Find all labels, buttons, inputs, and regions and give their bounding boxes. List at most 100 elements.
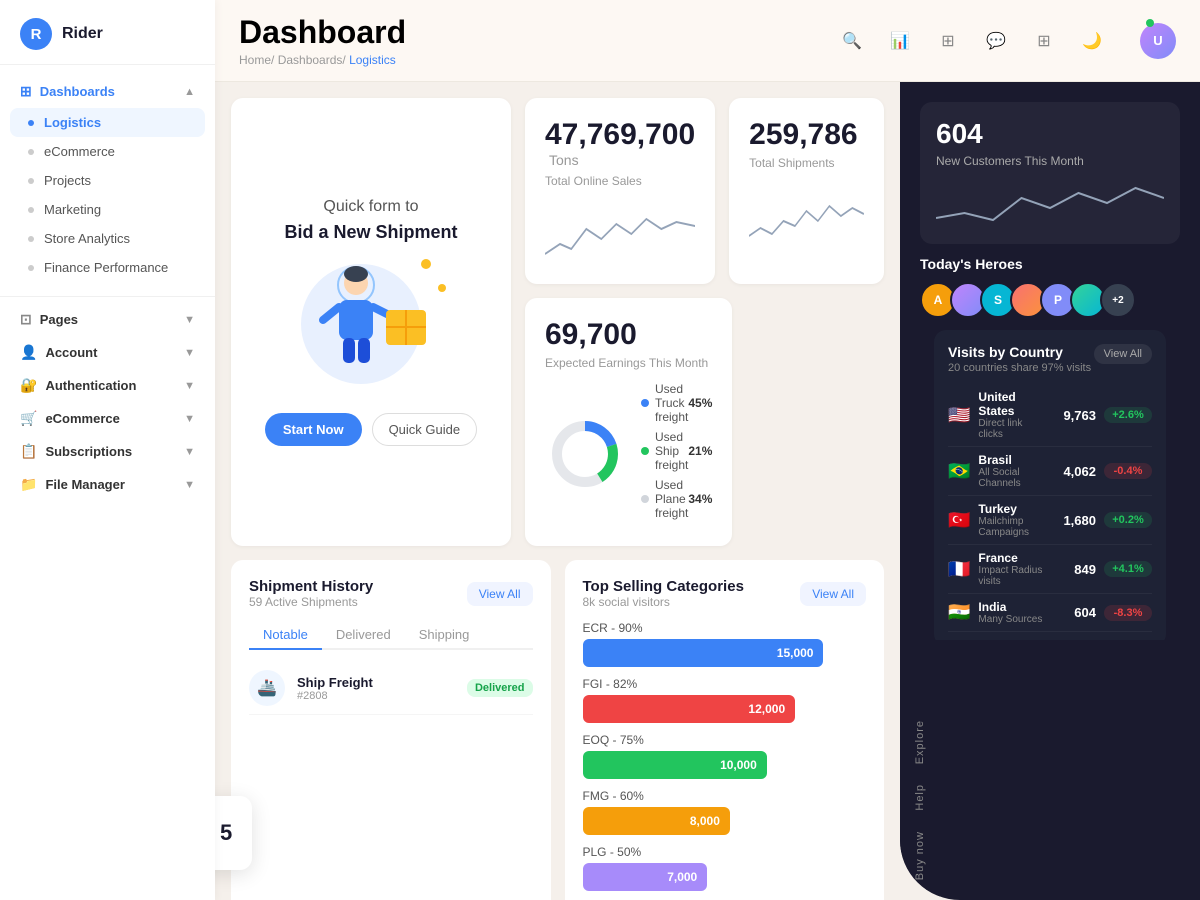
freight-list: Used Truck freight 45% Used Ship freight xyxy=(641,382,712,526)
chat-icon[interactable]: 💬 xyxy=(980,25,1012,57)
apps-icon[interactable]: ⊞ xyxy=(1028,25,1060,57)
category-bar-row: 8,000 xyxy=(583,807,867,835)
country-name: United States xyxy=(978,390,1048,418)
total-shipments-value: 259,786 xyxy=(749,118,857,151)
authentication-category[interactable]: 🔐 Authentication ▼ xyxy=(0,367,215,400)
account-icon: 👤 xyxy=(20,344,37,361)
sidebar-item-finance[interactable]: Finance Performance xyxy=(0,253,215,282)
country-name: France xyxy=(978,551,1048,565)
sidebar-item-store-analytics[interactable]: Store Analytics xyxy=(0,224,215,253)
tab-shipping[interactable]: Shipping xyxy=(405,621,484,648)
tab-notable[interactable]: Notable xyxy=(249,621,322,650)
categories-view-all-button[interactable]: View All xyxy=(800,582,866,606)
country-value: 1,680 xyxy=(1056,513,1096,528)
buy-now-tab[interactable]: Buy now xyxy=(914,831,926,880)
country-name: India xyxy=(978,600,1048,614)
illustration xyxy=(291,259,451,389)
stats-column: 47,769,700 Tons Total Online Sales xyxy=(525,98,884,546)
country-flag: 🇺🇸 xyxy=(948,405,970,426)
category-item: PLG - 50% 7,000 xyxy=(583,845,867,891)
side-tabs: Explore Help Buy now xyxy=(900,640,940,900)
heroes-section: Today's Heroes A S P +2 xyxy=(920,256,1180,330)
country-row: 🇧🇷 Brasil All Social Channels 4,062 -0.4… xyxy=(948,447,1152,496)
file-manager-icon: 📁 xyxy=(20,476,37,493)
file-manager-chevron: ▼ xyxy=(184,479,195,491)
main-content: Dashboard Home/ Dashboards/ Logistics 🔍 … xyxy=(215,0,1200,900)
help-tab[interactable]: Help xyxy=(914,784,926,811)
visits-view-all-button[interactable]: View All xyxy=(1094,344,1152,364)
top-cards-row: Quick form to Bid a New Shipment xyxy=(231,98,884,546)
country-value: 604 xyxy=(1056,605,1096,620)
country-row: 🇺🇸 United States Direct link clicks 9,76… xyxy=(948,384,1152,447)
shipment-banner: Quick form to Bid a New Shipment xyxy=(231,98,511,546)
file-manager-category[interactable]: 📁 File Manager ▼ xyxy=(0,466,215,499)
ecommerce-nav-label: 🛒 eCommerce xyxy=(20,410,120,427)
shipment-history-title: Shipment History xyxy=(249,578,373,595)
quick-guide-button[interactable]: Quick Guide xyxy=(372,413,478,446)
country-flag: 🇧🇷 xyxy=(948,461,970,482)
category-item: FGI - 82% 12,000 xyxy=(583,677,867,723)
sidebar-item-projects[interactable]: Projects xyxy=(0,166,215,195)
dashboards-header[interactable]: ⊞ Dashboards ▲ xyxy=(0,75,215,108)
account-category[interactable]: 👤 Account ▼ xyxy=(0,334,215,367)
category-label: PLG - 50% xyxy=(583,845,867,859)
top-categories-card: Top Selling Categories 8k social visitor… xyxy=(565,560,885,900)
country-source: Many Sources xyxy=(978,614,1048,625)
shipment-history-header: Shipment History 59 Active Shipments Vie… xyxy=(249,578,533,609)
country-change: -0.4% xyxy=(1104,463,1152,479)
page-title: Dashboard xyxy=(239,14,406,51)
search-icon[interactable]: 🔍 xyxy=(836,25,868,57)
truck-freight: Used Truck freight 45% xyxy=(641,382,712,424)
countries-list: 🇺🇸 United States Direct link clicks 9,76… xyxy=(948,384,1152,632)
category-bar: 7,000 xyxy=(583,863,708,891)
total-shipments-card: 259,786 Total Shipments xyxy=(729,98,884,284)
start-now-button[interactable]: Start Now xyxy=(265,413,362,446)
file-manager-label: 📁 File Manager xyxy=(20,476,125,493)
authentication-label: 🔐 Authentication xyxy=(20,377,136,394)
shipment-item-id: #2808 xyxy=(297,690,455,702)
sidebar-item-ecommerce[interactable]: eCommerce xyxy=(0,137,215,166)
country-source: All Social Channels xyxy=(978,467,1048,489)
auth-icon: 🔐 xyxy=(20,377,37,394)
analytics-icon[interactable]: 📊 xyxy=(884,25,916,57)
earnings-value: 69,700 xyxy=(545,318,637,351)
sidebar-item-logistics[interactable]: Logistics xyxy=(10,108,205,137)
ecommerce-chevron: ▼ xyxy=(184,413,195,425)
plane-freight: Used Plane freight 34% xyxy=(641,478,712,520)
shipment-view-all-button[interactable]: View All xyxy=(467,582,533,606)
subscriptions-category[interactable]: 📋 Subscriptions ▼ xyxy=(0,433,215,466)
dashboard-body: Quick form to Bid a New Shipment xyxy=(215,82,1200,900)
pages-category[interactable]: ⊡ Pages ▼ xyxy=(0,301,215,334)
tab-delivered[interactable]: Delivered xyxy=(322,621,405,648)
category-bar-row: 10,000 xyxy=(583,751,867,779)
shipments-chart xyxy=(749,186,864,246)
dashboards-label: ⊞ Dashboards xyxy=(20,83,115,100)
header-actions: 🔍 📊 ⊞ 💬 ⊞ 🌙 U xyxy=(836,23,1176,59)
truck-dot xyxy=(641,399,649,407)
country-name: Brasil xyxy=(978,453,1048,467)
ecommerce-category[interactable]: 🛒 eCommerce ▼ xyxy=(0,400,215,433)
country-change: +0.2% xyxy=(1104,512,1152,528)
country-info: France Impact Radius visits xyxy=(978,551,1048,587)
explore-tab[interactable]: Explore xyxy=(914,720,926,764)
category-item: ECR - 90% 15,000 xyxy=(583,621,867,667)
sidebar: R Rider ⊞ Dashboards ▲ Logistics eCommer… xyxy=(0,0,215,900)
country-source: Impact Radius visits xyxy=(978,565,1048,587)
heroes-avatars: A S P +2 xyxy=(920,282,1180,318)
logo[interactable]: R Rider xyxy=(0,0,215,65)
country-source: Direct link clicks xyxy=(978,418,1048,440)
shipment-item-icon: 🚢 xyxy=(249,670,285,706)
heroes-title: Today's Heroes xyxy=(920,256,1180,272)
theme-icon[interactable]: 🌙 xyxy=(1076,25,1108,57)
total-sales-card: 47,769,700 Tons Total Online Sales xyxy=(525,98,715,284)
country-value: 9,763 xyxy=(1056,408,1096,423)
user-avatar[interactable]: U xyxy=(1140,23,1176,59)
ship-dot xyxy=(641,447,649,455)
active-dot xyxy=(28,120,34,126)
logo-text: Rider xyxy=(62,25,103,43)
category-bar: 12,000 xyxy=(583,695,796,723)
grid-icon[interactable]: ⊞ xyxy=(932,25,964,57)
sidebar-item-marketing[interactable]: Marketing xyxy=(0,195,215,224)
country-flag: 🇮🇳 xyxy=(948,602,970,623)
category-label: FGI - 82% xyxy=(583,677,867,691)
